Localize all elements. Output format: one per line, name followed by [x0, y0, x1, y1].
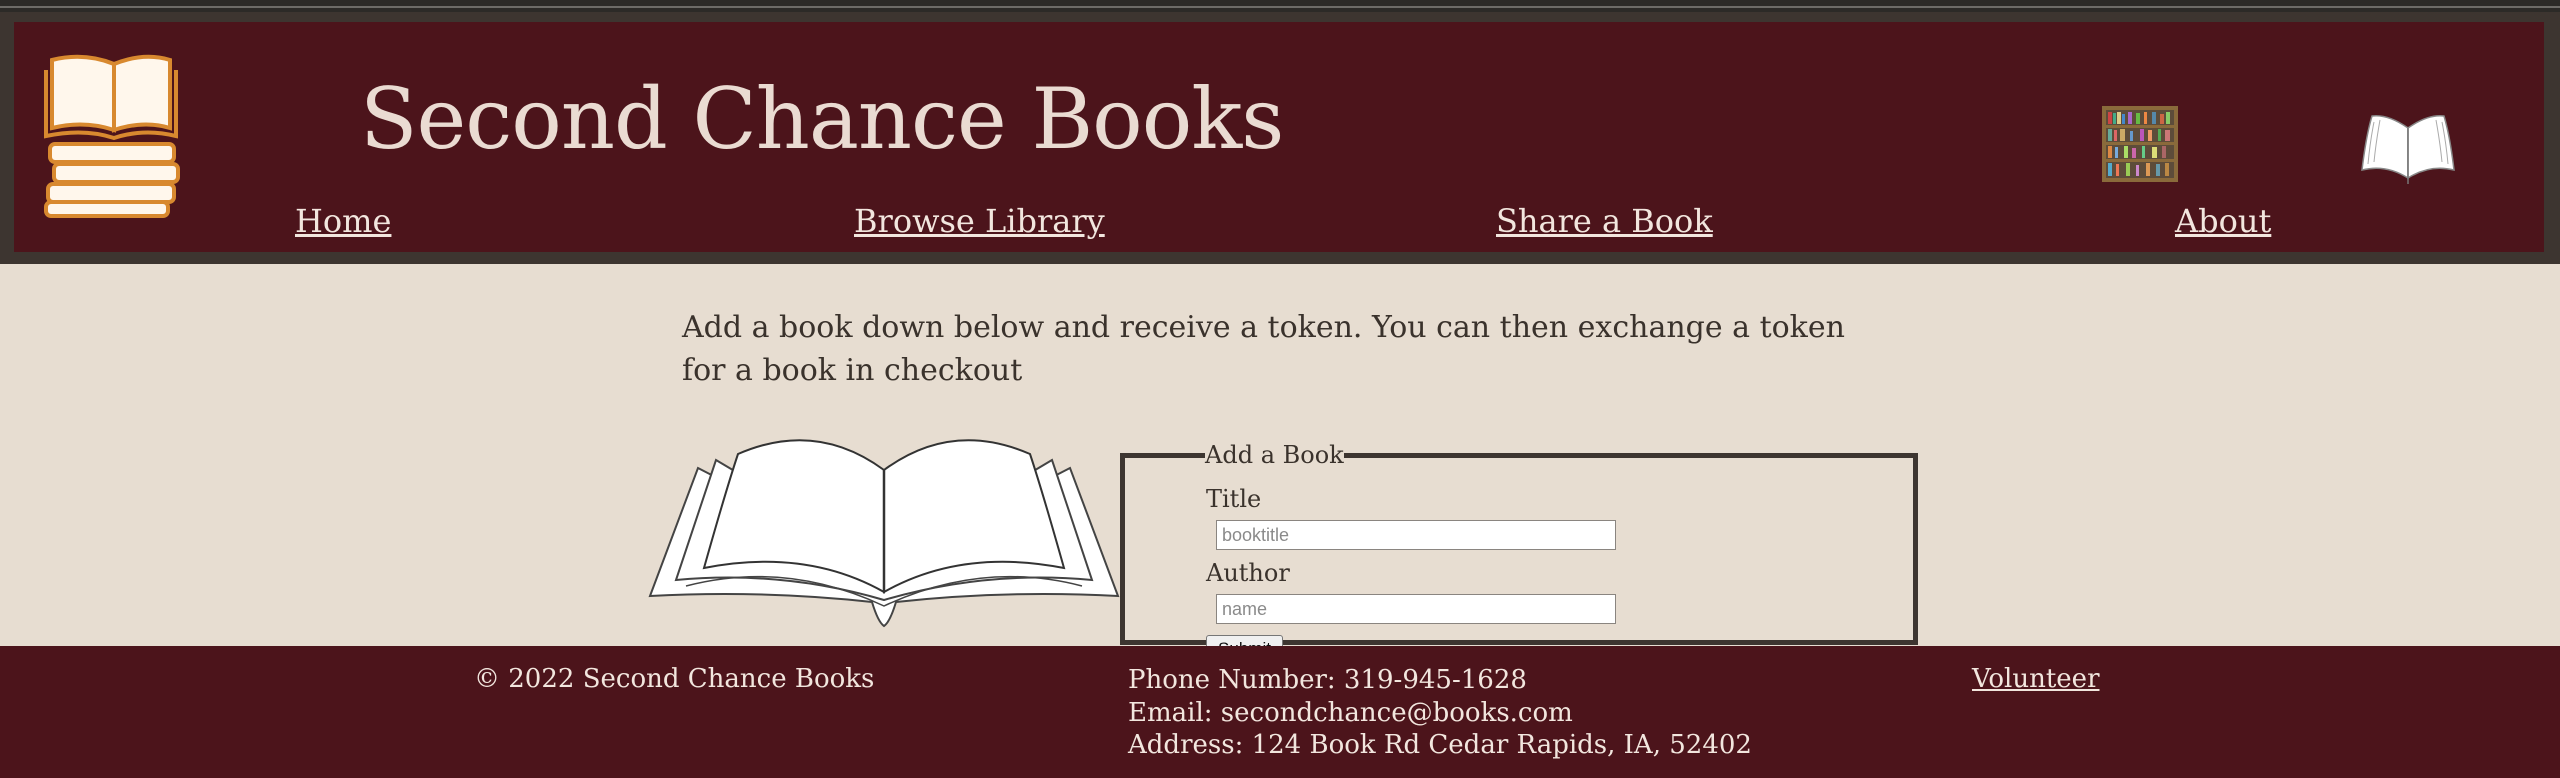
title-label: Title [1206, 485, 1262, 513]
nav-about-link[interactable]: About [2175, 202, 2271, 240]
header-banner: Second Chance Books Home Browse Library … [14, 22, 2544, 252]
email-address: Email: secondchance@books.com [1128, 697, 1573, 728]
copyright-text: © 2022 Second Chance Books [474, 664, 875, 694]
site-header: Second Chance Books Home Browse Library … [0, 12, 2560, 264]
phone-number: Phone Number: 319-945-1628 [1128, 665, 1527, 695]
open-book-illustration [648, 439, 1120, 628]
top-strip-line [0, 6, 2560, 8]
contact-info: Phone Number: 319-945-1628 Email: second… [1128, 664, 1752, 762]
nav-home-link[interactable]: Home [295, 202, 391, 240]
nav-share-a-book-link[interactable]: Share a Book [1496, 202, 1713, 240]
open-book-icon [2361, 115, 2455, 184]
intro-text: Add a book down below and receive a toke… [682, 310, 1845, 388]
add-book-form: Add a Book Title Author Submit [1120, 441, 1918, 663]
street-address: Address: 124 Book Rd Cedar Rapids, IA, 5… [1128, 730, 1752, 760]
browser-top-strip [0, 0, 2560, 12]
author-label: Author [1206, 559, 1290, 587]
nav-browse-library-link[interactable]: Browse Library [854, 202, 1105, 240]
add-book-legend: Add a Book [1205, 441, 1344, 469]
author-input[interactable] [1216, 594, 1616, 624]
book-stack-logo-icon[interactable] [44, 50, 194, 220]
bookshelf-icon [2102, 106, 2178, 182]
site-title: Second Chance Books [360, 70, 1284, 168]
volunteer-link[interactable]: Volunteer [1972, 664, 2100, 694]
site-footer: © 2022 Second Chance Books Phone Number:… [0, 646, 2560, 778]
title-input[interactable] [1216, 520, 1616, 550]
